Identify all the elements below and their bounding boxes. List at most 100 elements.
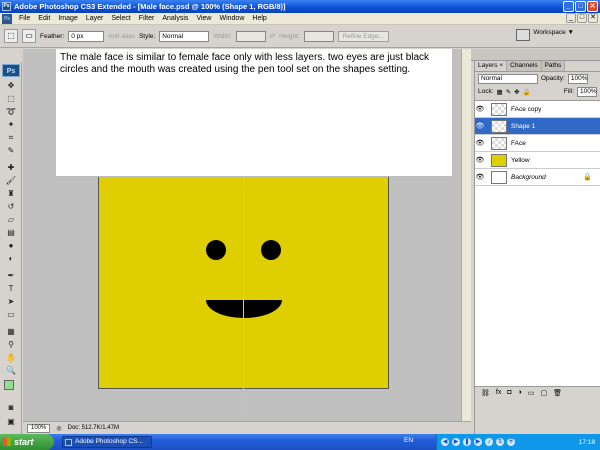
menu-analysis[interactable]: Analysis bbox=[158, 15, 192, 22]
trash-icon[interactable]: 🗑 bbox=[553, 389, 562, 397]
lock-all-icon[interactable]: 🔒 bbox=[523, 88, 531, 96]
hand-icon[interactable]: ✋ bbox=[4, 352, 18, 363]
media-play-icon[interactable]: ▶ bbox=[452, 438, 460, 446]
antialias-checkbox[interactable]: Anti-alias bbox=[108, 33, 135, 40]
crop-icon[interactable]: ⌗ bbox=[4, 132, 18, 143]
dodge-icon[interactable]: ◐ bbox=[4, 253, 18, 264]
volume-icon[interactable]: ♪ bbox=[485, 438, 493, 446]
fx-icon[interactable]: fx bbox=[496, 389, 501, 397]
brush-icon[interactable]: 🖌 bbox=[4, 175, 18, 186]
width-input[interactable] bbox=[235, 30, 266, 42]
zoom-icon[interactable]: 🔍 bbox=[4, 365, 18, 376]
fill-input[interactable]: 100% bbox=[577, 86, 597, 97]
menu-window[interactable]: Window bbox=[215, 15, 248, 22]
refine-edge-button[interactable]: Refine Edge... bbox=[337, 30, 389, 42]
move-icon[interactable]: ✥ bbox=[4, 80, 18, 91]
menu-select[interactable]: Select bbox=[107, 15, 134, 22]
doc-info[interactable]: Doc: 512.7K/1.47M bbox=[68, 425, 119, 431]
height-label: Height: bbox=[279, 32, 300, 40]
feather-input[interactable]: 0 px bbox=[68, 30, 105, 42]
path-select-icon[interactable]: ➤ bbox=[4, 296, 18, 307]
opacity-input[interactable]: 100% bbox=[567, 73, 588, 84]
layer-shape-1[interactable]: 👁 Shape 1 bbox=[475, 118, 600, 135]
status-icon[interactable]: ◎ bbox=[56, 425, 61, 432]
visibility-eye-icon[interactable]: 👁 bbox=[475, 122, 485, 130]
height-input[interactable] bbox=[303, 30, 334, 42]
mask-icon[interactable]: ◘ bbox=[507, 389, 511, 397]
layer-thumbnail bbox=[491, 170, 507, 184]
menu-image[interactable]: Image bbox=[54, 15, 81, 22]
lock-position-icon[interactable]: ✥ bbox=[514, 88, 519, 96]
visibility-eye-icon[interactable]: 👁 bbox=[475, 156, 485, 164]
visibility-eye-icon[interactable]: 👁 bbox=[475, 173, 485, 181]
lock-pixels-icon[interactable]: ✎ bbox=[506, 88, 511, 96]
eyedropper-icon[interactable]: ⚲ bbox=[4, 339, 18, 350]
vertical-scrollbar[interactable] bbox=[461, 49, 471, 421]
media-pause-icon[interactable]: ❚ bbox=[463, 438, 471, 446]
link-icon[interactable]: ⛓ bbox=[481, 389, 490, 397]
security-icon[interactable]: ⛨ bbox=[507, 438, 515, 446]
zoom-level[interactable]: 100% bbox=[27, 423, 51, 433]
type-icon[interactable]: T bbox=[4, 283, 18, 294]
layer-background[interactable]: 👁 Background 🔒 bbox=[475, 169, 600, 186]
eraser-icon[interactable]: ▱ bbox=[4, 214, 18, 225]
menu-layer[interactable]: Layer bbox=[82, 15, 108, 22]
marquee-icon[interactable]: ⬚ bbox=[4, 93, 18, 104]
doc-close-button[interactable]: ✕ bbox=[588, 13, 598, 23]
magic-wand-icon[interactable]: ✦ bbox=[4, 119, 18, 130]
network-icon[interactable]: ⇅ bbox=[496, 438, 504, 446]
notes-icon[interactable]: ▦ bbox=[4, 326, 18, 337]
layer-yellow[interactable]: 👁 Yellow bbox=[475, 152, 600, 169]
clone-stamp-icon[interactable]: ♜ bbox=[4, 188, 18, 199]
menu-filter[interactable]: Filter bbox=[135, 15, 159, 22]
tab-channels[interactable]: Channels bbox=[507, 61, 542, 71]
visibility-eye-icon[interactable]: 👁 bbox=[475, 139, 485, 147]
canvas-area[interactable]: The male face is similar to female face … bbox=[23, 49, 471, 421]
clock[interactable]: 17:18 bbox=[579, 439, 595, 446]
menu-help[interactable]: Help bbox=[248, 15, 270, 22]
doc-minimize-button[interactable]: _ bbox=[566, 13, 576, 23]
language-indicator[interactable]: EN bbox=[404, 437, 413, 444]
visibility-eye-icon[interactable]: 👁 bbox=[475, 105, 485, 113]
selection-mode-icon[interactable]: ▭ bbox=[22, 29, 36, 43]
lock-transparency-icon[interactable]: ▦ bbox=[497, 88, 503, 96]
folder-icon[interactable]: ▭ bbox=[528, 389, 535, 397]
new-layer-icon[interactable]: ▢ bbox=[540, 389, 547, 397]
lasso-icon[interactable]: ➰ bbox=[4, 106, 18, 117]
slice-icon[interactable]: ✎ bbox=[4, 145, 18, 156]
foreground-color-swatch[interactable] bbox=[4, 380, 14, 390]
screen-mode-icon[interactable]: ▣ bbox=[4, 416, 18, 427]
marquee-tool-preset-icon[interactable]: ⬚ bbox=[4, 29, 18, 43]
adjustment-icon[interactable]: ◑ bbox=[518, 389, 522, 397]
swap-icon[interactable]: ⇄ bbox=[270, 32, 275, 40]
taskbar-item-photoshop[interactable]: Adobe Photoshop CS... bbox=[62, 436, 152, 448]
menu-view[interactable]: View bbox=[192, 15, 215, 22]
minimize-button[interactable]: _ bbox=[563, 1, 574, 12]
gradient-icon[interactable]: ▤ bbox=[4, 227, 18, 238]
menu-edit[interactable]: Edit bbox=[34, 15, 54, 22]
menu-file[interactable]: File bbox=[15, 15, 34, 22]
maximize-button[interactable]: □ bbox=[575, 1, 586, 12]
quick-mask-icon[interactable]: ◙ bbox=[4, 402, 18, 413]
workspace-menu[interactable]: Workspace ▼ bbox=[533, 29, 574, 36]
healing-icon[interactable]: ✚ bbox=[4, 162, 18, 173]
close-button[interactable]: ✕ bbox=[587, 1, 598, 12]
vertical-guide[interactable] bbox=[243, 139, 244, 421]
start-button[interactable]: start bbox=[0, 434, 54, 450]
media-prev-icon[interactable]: ◀ bbox=[441, 438, 449, 446]
pen-icon[interactable]: ✒ bbox=[4, 270, 18, 281]
tab-paths[interactable]: Paths bbox=[541, 61, 566, 71]
style-select[interactable]: Normal bbox=[159, 30, 210, 42]
layer-face[interactable]: 👁 FAce bbox=[475, 135, 600, 152]
opacity-label: Opacity: bbox=[541, 75, 565, 82]
layer-face-copy[interactable]: 👁 FAce copy bbox=[475, 101, 600, 118]
shape-icon[interactable]: ▭ bbox=[4, 309, 18, 320]
tab-layers[interactable]: Layers × bbox=[475, 61, 508, 71]
layer-name: FAce copy bbox=[511, 105, 542, 113]
blur-icon[interactable]: ● bbox=[4, 240, 18, 251]
workspace-icon[interactable] bbox=[516, 29, 530, 41]
doc-restore-button[interactable]: □ bbox=[577, 13, 587, 23]
media-next-icon[interactable]: ▶ bbox=[474, 438, 482, 446]
history-brush-icon[interactable]: ↺ bbox=[4, 201, 18, 212]
blend-mode-select[interactable]: Normal bbox=[478, 73, 538, 84]
